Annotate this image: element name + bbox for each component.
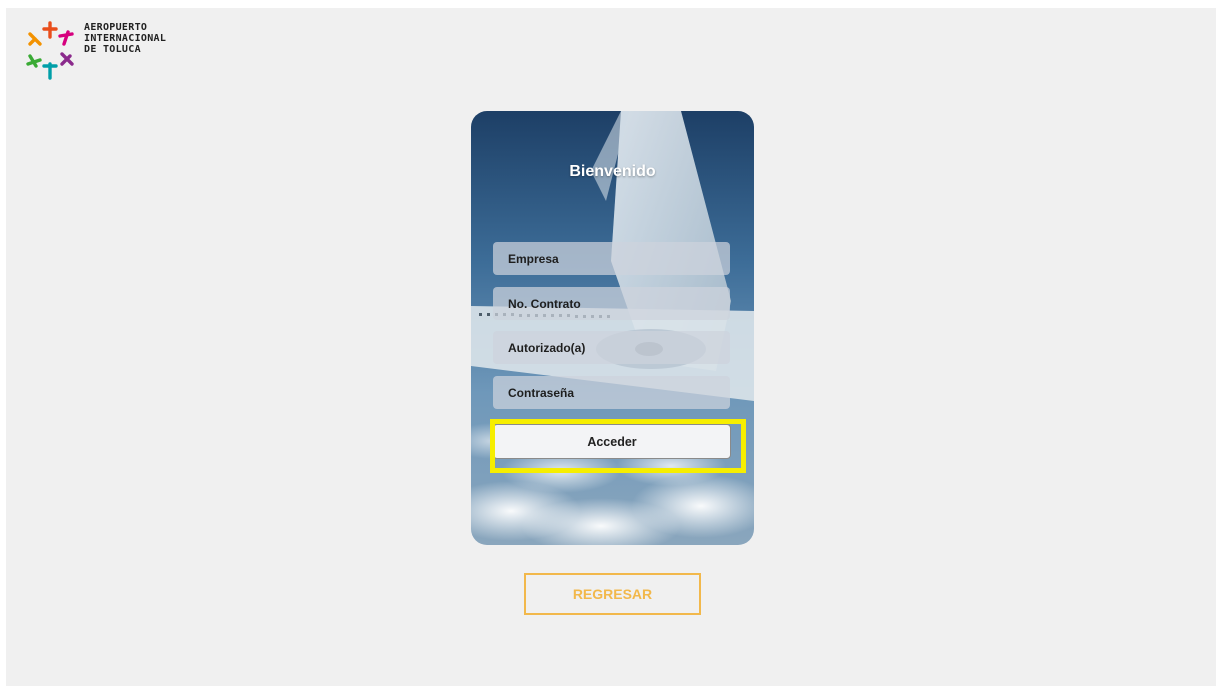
pinwheel-logo-icon (26, 21, 74, 80)
back-button[interactable]: REGRESAR (524, 573, 701, 615)
password-field[interactable] (493, 376, 730, 409)
login-button[interactable]: Acceder (493, 424, 731, 459)
logo-line-3: DE TOLUCA (84, 44, 141, 55)
login-card: Bienvenido Acceder (471, 111, 754, 545)
logo-wordmark: AEROPUERTO INTERNACIONAL DE TOLUCA (84, 22, 166, 55)
logo-line-2: INTERNACIONAL (84, 33, 167, 44)
page-background: AEROPUERTO INTERNACIONAL DE TOLUCA Bienv… (6, 8, 1216, 686)
welcome-title: Bienvenido (569, 163, 656, 180)
airport-logo: AEROPUERTO INTERNACIONAL DE TOLUCA (24, 20, 224, 84)
contract-number-field[interactable] (493, 287, 730, 320)
logo-line-1: AEROPUERTO (84, 22, 148, 33)
authorized-person-field[interactable] (493, 331, 730, 364)
company-field[interactable] (493, 242, 730, 275)
